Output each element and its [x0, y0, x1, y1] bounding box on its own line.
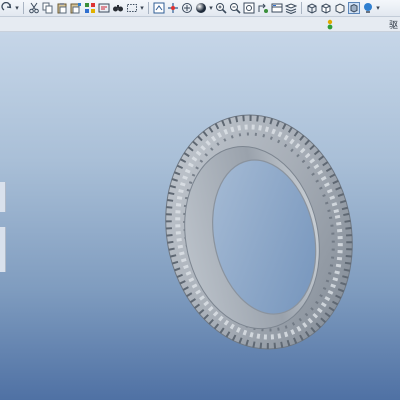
main-toolbar: ▾ ▾ ▾ ▾	[0, 0, 400, 17]
redo-dropdown-icon[interactable]: ▾	[14, 4, 20, 12]
reorient-icon[interactable]	[256, 2, 269, 15]
layers-icon[interactable]	[284, 2, 297, 15]
tire-model[interactable]	[0, 32, 400, 400]
orient-icon[interactable]	[180, 2, 193, 15]
spin-center-icon[interactable]	[166, 2, 179, 15]
model-status-icon	[326, 19, 334, 33]
select-box-icon[interactable]	[125, 2, 138, 15]
secondary-toolbar: 驱	[0, 17, 400, 32]
paste-special-icon[interactable]	[69, 2, 82, 15]
hidden-line-icon[interactable]	[319, 2, 332, 15]
repaint-icon[interactable]	[152, 2, 165, 15]
saved-views-icon[interactable]	[270, 2, 283, 15]
regenerate-icon[interactable]	[83, 2, 96, 15]
toolbar-right-label: 驱	[389, 21, 399, 31]
toolbar-separator	[148, 2, 149, 14]
find-icon[interactable]	[111, 2, 124, 15]
toolbar-separator	[301, 2, 302, 14]
copy-icon[interactable]	[41, 2, 54, 15]
graphics-viewport[interactable]	[0, 32, 400, 400]
redo-icon[interactable]	[0, 2, 13, 15]
refit-icon[interactable]	[242, 2, 255, 15]
cut-icon[interactable]	[27, 2, 40, 15]
appearance-dropdown-icon[interactable]: ▾	[375, 4, 381, 12]
shaded-icon[interactable]	[347, 2, 360, 15]
zoom-in-icon[interactable]	[214, 2, 227, 15]
no-hidden-icon[interactable]	[333, 2, 346, 15]
regenerate-manager-icon[interactable]	[97, 2, 110, 15]
appearance-icon[interactable]	[361, 2, 374, 15]
toolbar-separator	[23, 2, 24, 14]
wireframe-icon[interactable]	[305, 2, 318, 15]
zoom-out-icon[interactable]	[228, 2, 241, 15]
shading-icon[interactable]	[194, 2, 207, 15]
paste-icon[interactable]	[55, 2, 68, 15]
select-dropdown-icon[interactable]: ▾	[139, 4, 145, 12]
